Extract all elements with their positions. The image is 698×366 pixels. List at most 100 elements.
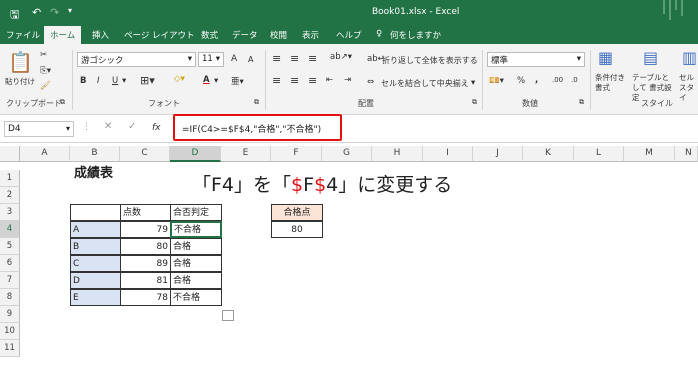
align-middle-icon[interactable]: ≡ [290,52,299,65]
table-cell-score[interactable]: 81 [120,272,171,289]
table-cell-result[interactable]: 合格 [170,272,222,289]
paste-icon[interactable]: 📋 [8,50,33,74]
redo-icon[interactable]: ↷ [50,6,59,19]
format-painter-icon[interactable]: 🖌 [40,81,51,91]
table-cell-name[interactable]: E [70,289,121,306]
cell-styles-icon[interactable]: ▥ [682,48,697,67]
column-header-i[interactable]: I [423,146,473,162]
customize-toolbar-icon[interactable]: ▾ [68,6,72,15]
row-header-9[interactable]: 9 [0,306,20,323]
italic-button[interactable]: I [97,76,100,86]
table-cell-score[interactable]: 80 [120,238,171,255]
column-header-c[interactable]: C [120,146,170,162]
chevron-down-icon[interactable]: ▾ [214,76,218,86]
orientation-icon[interactable]: ab↗▾ [330,52,352,62]
column-header-f[interactable]: F [271,146,322,162]
column-header-j[interactable]: J [473,146,523,162]
conditional-format-icon[interactable]: ▦ [598,48,613,67]
table-cell-name[interactable]: B [70,238,121,255]
table-header-blank[interactable] [70,204,121,221]
wrap-text-button[interactable]: 折り返して全体を表示する [382,55,478,66]
table-cell-result-active[interactable]: 不合格 [170,221,222,238]
underline-button[interactable]: U [112,76,118,86]
table-cell-result[interactable]: 合格 [170,238,222,255]
align-bottom-icon[interactable]: ≡ [308,52,317,65]
row-header-7[interactable]: 7 [0,272,20,289]
align-top-icon[interactable]: ≡ [272,52,281,65]
number-format-select[interactable]: 標準 ▾ [487,52,585,67]
tab-home[interactable]: ホーム [44,26,82,44]
row-header-8[interactable]: 8 [0,289,20,306]
row-header-6[interactable]: 6 [0,255,20,272]
column-header-h[interactable]: H [372,146,423,162]
conditional-format-button[interactable]: 条件付き 書式 [595,73,631,93]
align-center-icon[interactable]: ≡ [290,74,299,87]
row-header-4[interactable]: 4 [0,221,20,238]
chevron-down-icon[interactable]: ▾ [471,78,475,88]
tab-file[interactable]: ファイル [6,29,40,41]
comma-button[interactable]: , [535,75,538,85]
font-size-select[interactable]: 11 ▾ [198,52,224,67]
align-right-icon[interactable]: ≡ [308,74,317,87]
save-icon[interactable]: 🖫 [10,6,19,25]
copy-icon[interactable]: ⎘▾ [40,66,51,76]
pass-mark-header[interactable]: 合格点 [271,204,323,221]
pass-mark-value[interactable]: 80 [271,221,323,238]
currency-icon[interactable]: 💴▾ [489,76,504,86]
decrease-indent-icon[interactable]: ⇤ [326,75,333,85]
row-header-3[interactable]: 3 [0,204,20,221]
phonetic-icon[interactable]: 亜▾ [231,75,244,87]
tab-help[interactable]: ヘルプ [336,29,362,41]
bold-button[interactable]: B [80,76,86,86]
font-color-icon[interactable]: A [203,75,210,85]
insert-function-button[interactable]: fx [152,123,161,133]
cell-styles-button[interactable]: セル スタイ [679,73,698,103]
cancel-icon[interactable]: ✕ [104,121,112,132]
chevron-down-icon[interactable]: ▾ [122,76,126,86]
fill-color-icon[interactable]: ◇▾ [174,74,185,84]
tell-me-search[interactable]: 何をしますか [390,29,441,41]
table-cell-score[interactable]: 89 [120,255,171,272]
select-all-button[interactable] [0,146,20,162]
column-header-d[interactable]: D [170,146,221,162]
table-header-score[interactable]: 点数 [120,204,171,221]
grow-font-button[interactable]: A [231,54,237,64]
merge-center-button[interactable]: セルを結合して中央揃え [381,78,469,89]
increase-decimal-button[interactable]: .00 [552,76,563,84]
font-launcher-icon[interactable]: ⧉ [254,98,259,107]
row-header-11[interactable]: 11 [0,340,20,357]
undo-icon[interactable]: ↶ [32,6,41,19]
sheet-title[interactable]: 成績表 [72,164,115,186]
column-header-n[interactable]: N [675,146,698,162]
table-cell-name[interactable]: A [70,221,121,238]
font-name-select[interactable]: 游ゴシック ▾ [77,52,196,67]
tab-review[interactable]: 校閲 [270,29,287,41]
tab-formulas[interactable]: 数式 [201,29,218,41]
column-header-a[interactable]: A [20,146,70,162]
percent-button[interactable]: % [517,76,525,86]
column-header-l[interactable]: L [574,146,624,162]
cut-icon[interactable]: ✂ [40,50,47,60]
alignment-launcher-icon[interactable]: ⧉ [472,98,477,107]
increase-indent-icon[interactable]: ⇥ [344,75,351,85]
shrink-font-button[interactable]: A [248,55,253,64]
table-cell-name[interactable]: D [70,272,121,289]
name-box[interactable]: D4 ▾ [4,121,74,137]
column-header-b[interactable]: B [70,146,120,162]
tab-page-layout[interactable]: ページ レイアウト [124,29,195,41]
table-cell-score[interactable]: 79 [120,221,171,238]
column-header-k[interactable]: K [523,146,574,162]
clipboard-launcher-icon[interactable]: ⧉ [60,98,65,107]
format-as-table-icon[interactable]: ▤ [643,48,658,67]
row-header-1[interactable]: 1 [0,170,20,187]
table-cell-score[interactable]: 78 [120,289,171,306]
tab-insert[interactable]: 挿入 [92,29,109,41]
column-header-e[interactable]: E [221,146,271,162]
table-header-result[interactable]: 合否判定 [170,204,222,221]
column-header-g[interactable]: G [322,146,372,162]
borders-icon[interactable]: ⊞▾ [140,74,155,87]
row-header-5[interactable]: 5 [0,238,20,255]
enter-icon[interactable]: ✓ [128,121,136,132]
table-cell-name[interactable]: C [70,255,121,272]
paste-button[interactable]: 貼り付け [5,76,35,87]
